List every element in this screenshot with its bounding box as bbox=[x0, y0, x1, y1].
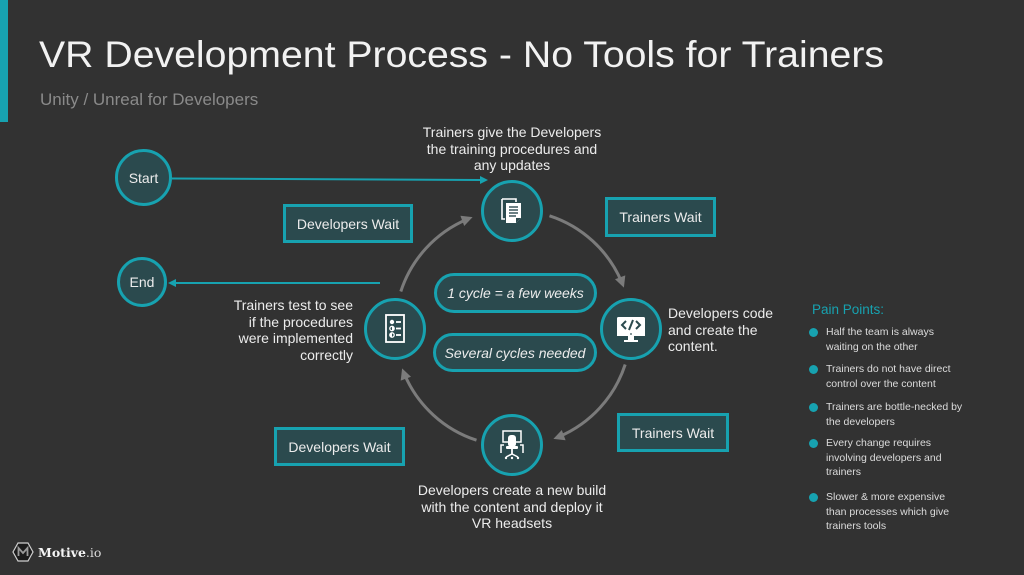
pain-points-title: Pain Points: bbox=[812, 302, 885, 317]
wait-box-developers-bottom: Developers Wait bbox=[274, 427, 405, 466]
checklist-icon bbox=[385, 314, 405, 343]
description-line: with the content and deploy it bbox=[421, 498, 603, 515]
step-node-code-content bbox=[600, 298, 662, 360]
pain-point-line: waiting on the other bbox=[826, 340, 918, 353]
description-line: Developers code bbox=[668, 305, 774, 321]
start-connector-line bbox=[171, 177, 481, 181]
pain-point-line: involving developers and bbox=[826, 451, 942, 464]
slide: VR Development Process - No Tools for Tr… bbox=[0, 0, 1024, 575]
bullet-icon bbox=[809, 328, 818, 337]
cycles-needed-note: Several cycles needed bbox=[433, 333, 597, 372]
cycle-arrow-bottom-to-left bbox=[403, 373, 477, 442]
bullet-icon bbox=[809, 493, 818, 502]
document-icon bbox=[501, 198, 521, 223]
pain-point-line: Trainers are bottle-necked by bbox=[826, 401, 963, 413]
pain-point-line: the developers bbox=[826, 415, 895, 428]
description-line: correctly bbox=[300, 346, 353, 363]
pain-point-line: trainers tools bbox=[826, 520, 887, 532]
end-label: End bbox=[129, 274, 155, 290]
description-line: any updates bbox=[473, 157, 551, 173]
description-line: Developers create a new build bbox=[417, 482, 607, 498]
brand-name-bold: Motive bbox=[38, 544, 86, 560]
step-description-trainers-test: Trainers test to see if the procedures w… bbox=[183, 297, 353, 363]
bullet-icon bbox=[809, 365, 818, 374]
step-description-build-deploy: Developers create a new build with the c… bbox=[392, 482, 632, 532]
workstation-icon bbox=[500, 430, 524, 460]
pain-point-line: than processes which give bbox=[826, 505, 950, 518]
brand-logo: Motive.io bbox=[12, 542, 101, 562]
step-node-give-procedures bbox=[481, 180, 543, 242]
end-node: End bbox=[117, 257, 167, 307]
pain-point-line: trainers bbox=[826, 466, 862, 478]
description-line: Trainers give the Developers bbox=[422, 124, 602, 140]
cycle-duration-note: 1 cycle = a few weeks bbox=[434, 273, 597, 313]
brand-name: Motive.io bbox=[38, 545, 101, 560]
motive-hexagon-icon bbox=[12, 542, 34, 562]
bullet-icon bbox=[809, 403, 818, 412]
start-connector-arrowhead bbox=[480, 176, 488, 184]
description-line: if the procedures bbox=[248, 313, 353, 330]
cycle-arrow-right-to-bottom bbox=[558, 364, 627, 438]
pain-point-line: control over the content bbox=[826, 377, 936, 390]
wait-box-trainers-bottom: Trainers Wait bbox=[617, 413, 729, 452]
pain-point-line: Half the team is always bbox=[826, 326, 934, 338]
brand-name-suffix: .io bbox=[85, 544, 102, 560]
description-line: the training procedures and bbox=[426, 140, 598, 157]
bullet-icon bbox=[809, 439, 818, 448]
pain-point-line: Trainers do not have direct bbox=[826, 363, 951, 375]
wait-box-developers-top: Developers Wait bbox=[283, 204, 413, 243]
step-node-trainers-test bbox=[364, 298, 426, 360]
description-line: and create the bbox=[668, 321, 758, 338]
code-monitor-icon bbox=[617, 317, 645, 342]
wait-box-trainers-top: Trainers Wait bbox=[605, 197, 716, 237]
pain-point-line: Slower & more expensive bbox=[826, 491, 946, 503]
start-node: Start bbox=[115, 149, 172, 206]
end-connector-arrowhead bbox=[168, 279, 176, 287]
description-line: were implemented bbox=[238, 330, 353, 346]
pain-point-line: Every change requires bbox=[826, 437, 932, 449]
step-description-code-content: Developers code and create the content. bbox=[668, 305, 773, 355]
description-line: content. bbox=[668, 338, 718, 354]
description-line: Trainers test to see bbox=[233, 297, 353, 313]
step-node-build-deploy bbox=[481, 414, 543, 476]
step-description-give-procedures: Trainers give the Developers the trainin… bbox=[402, 124, 622, 174]
start-label: Start bbox=[128, 169, 159, 186]
description-line: VR headsets bbox=[471, 515, 553, 531]
